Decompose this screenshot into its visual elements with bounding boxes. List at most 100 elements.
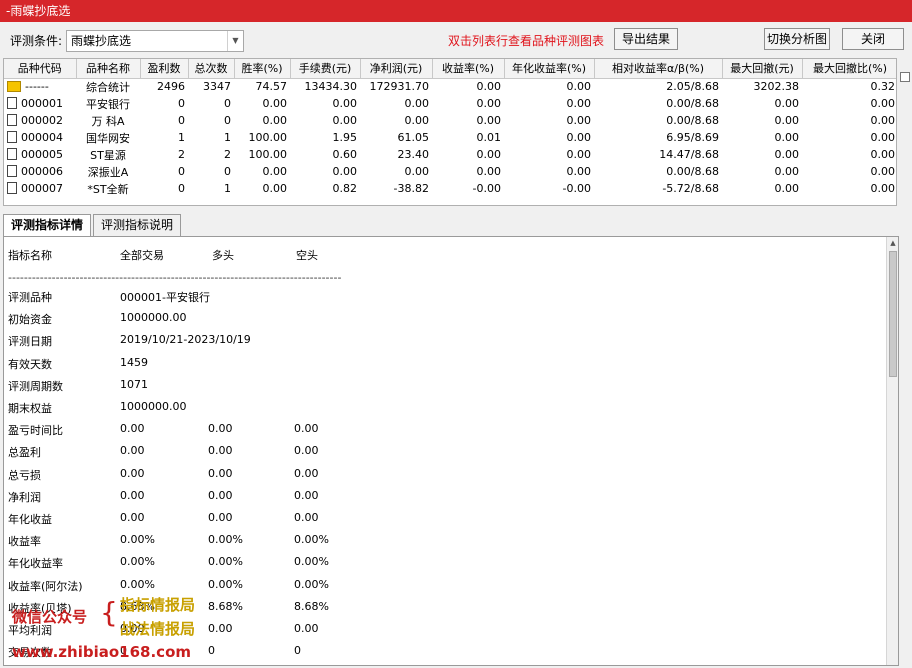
document-icon [7, 165, 17, 177]
folder-icon [7, 81, 21, 93]
col-header-name[interactable]: 品种名称 [76, 59, 141, 79]
table-cell: 100.00 [248, 131, 288, 144]
col-header-fee[interactable]: 手续费(元) [290, 59, 361, 79]
col-header-annual-return[interactable]: 年化收益率(%) [504, 59, 595, 79]
tab-details[interactable]: 评测指标详情 [3, 214, 91, 237]
condition-select[interactable]: 雨蝶抄底选 ▼ [66, 30, 244, 52]
watermark-brace: { [100, 596, 118, 629]
table-cell: 1 [224, 131, 231, 144]
results-grid[interactable]: 品种代码 品种名称 盈利数 总次数 胜率(%) 手续费(元) 净利润(元) 收益… [3, 58, 897, 206]
detail-header-all: 全部交易 [120, 249, 164, 262]
table-cell: 2 [178, 148, 185, 161]
metric-value: 0.00 [208, 511, 233, 524]
table-cell: 1 [224, 182, 231, 195]
cell-text: 000001 [21, 97, 63, 110]
table-cell: -0.00 [562, 182, 591, 195]
col-header-return[interactable]: 收益率(%) [432, 59, 505, 79]
col-header-max-drawdown-ratio[interactable]: 最大回撤比(%) [802, 59, 896, 79]
table-cell: 0 [178, 97, 185, 110]
metric-value: 0.00 [120, 466, 145, 480]
table-cell: 2496 [157, 80, 185, 94]
chevron-down-icon[interactable]: ▼ [227, 31, 243, 51]
grid-checkbox[interactable] [900, 72, 910, 82]
col-header-relative-return[interactable]: 相对收益率α/β(%) [594, 59, 723, 79]
metric-name: 净利润 [8, 490, 41, 504]
col-header-winrate[interactable]: 胜率(%) [234, 59, 291, 79]
metric-value: 8.68% [294, 599, 329, 613]
metric-name: 期末权益 [8, 402, 52, 415]
metric-name: 盈亏时间比 [8, 424, 63, 438]
metric-value: 0.00 [208, 422, 233, 436]
metric-value: 2019/10/21-2023/10/19 [120, 333, 251, 347]
metric-value: 0.00 [208, 466, 233, 480]
switch-chart-button[interactable]: 切换分析图 [764, 28, 830, 50]
table-cell: 0 [178, 114, 185, 127]
toolbar: 评测条件: 雨蝶抄底选 ▼ 双击列表行查看品种评测图表 导出结果 切换分析图 关… [0, 22, 912, 58]
table-cell: 000002 [4, 112, 76, 129]
metric-name: 评测日期 [8, 335, 52, 349]
table-row[interactable]: 000002 万 科A 0 0 0.00 0.00 0.00 0.00 0.00 0.00/8.6… [4, 112, 896, 129]
metric-name: 收益率 [8, 535, 41, 549]
document-icon [7, 182, 17, 194]
col-header-max-drawdown[interactable]: 最大回撤(元) [722, 59, 803, 79]
table-cell: 0.00 [332, 165, 358, 178]
metric-name: 年化收益率 [8, 557, 63, 571]
export-button[interactable]: 导出结果 [614, 28, 678, 50]
scroll-up-icon[interactable]: ▲ [888, 239, 898, 249]
metric-value: 0.00 [294, 511, 319, 524]
metric-value: 1000000.00 [120, 311, 187, 325]
metric-value: 0.00 [208, 444, 233, 458]
table-cell: 0.00 [774, 114, 800, 127]
table-cell: 0.00 [566, 131, 592, 144]
metric-value: 0.00% [208, 555, 243, 569]
table-cell: 深振业A [87, 165, 129, 179]
table-cell: 14.47/8.68 [659, 148, 719, 161]
metric-value: 0.00% [120, 555, 155, 569]
metric-value: 0.00 [208, 488, 233, 502]
table-cell: 23.40 [397, 148, 430, 161]
table-cell: 0.00 [774, 97, 800, 110]
table-cell: 000007 [4, 180, 76, 197]
document-icon [7, 148, 17, 160]
table-cell: 000004 [4, 129, 76, 146]
metric-value: 0.00 [294, 622, 319, 635]
table-row[interactable]: 000001 平安银行 0 0 0.00 0.00 0.00 0.00 0.00 0.00/8.6… [4, 95, 896, 112]
metric-name: 总亏损 [8, 468, 41, 482]
metric-value: 0.00 [294, 488, 319, 502]
table-cell: 0 [224, 165, 231, 178]
table-cell: 000005 [4, 146, 76, 163]
detail-scrollbar[interactable]: ▲ [886, 237, 898, 665]
table-row[interactable]: 000004 国华网安 1 1 100.00 1.95 61.05 0.01 0.00 6.95/… [4, 129, 896, 146]
cell-text: ------ [25, 80, 49, 94]
watermark-line1: 指标情报局 [120, 596, 196, 614]
table-row[interactable]: ------ 综合统计 2496 3347 74.57 13434.30 172931.70… [4, 78, 896, 95]
table-cell: -38.82 [393, 182, 429, 195]
col-header-code[interactable]: 品种代码 [4, 59, 77, 79]
detail-header-short: 空头 [296, 249, 318, 262]
table-cell: 0.00 [476, 97, 502, 110]
col-header-wins[interactable]: 盈利数 [140, 59, 189, 79]
table-cell: 0.00 [566, 114, 592, 127]
metric-value: 0.00% [294, 533, 329, 547]
table-cell: 13434.30 [304, 80, 358, 94]
document-icon [7, 114, 17, 126]
table-cell: 0.82 [332, 182, 358, 195]
metric-value: 0.00% [294, 577, 329, 591]
col-header-net-profit[interactable]: 净利润(元) [360, 59, 433, 79]
table-cell: 0 [224, 114, 231, 127]
table-row[interactable]: 000006 深振业A 0 0 0.00 0.00 0.00 0.00 0.00 0.00/8.6… [4, 163, 896, 180]
close-button[interactable]: 关闭 [842, 28, 904, 50]
window-title: -雨蝶抄底选 [0, 0, 912, 22]
table-row[interactable]: 000007 *ST全新 0 1 0.00 0.82 -38.82 -0.00 -0.00 -5.… [4, 180, 896, 197]
table-cell: 0.00 [774, 165, 800, 178]
tab-description[interactable]: 评测指标说明 [93, 214, 181, 236]
col-header-total[interactable]: 总次数 [188, 59, 235, 79]
scroll-thumb[interactable] [889, 251, 897, 377]
table-cell: 0.00 [870, 148, 896, 161]
condition-value: 雨蝶抄底选 [71, 34, 132, 48]
table-row[interactable]: 000005 ST星源 2 2 100.00 0.60 23.40 0.00 0.00 14.47… [4, 146, 896, 163]
table-cell: 0.00 [404, 114, 430, 127]
metric-value: 0.00% [120, 533, 155, 547]
table-cell: -5.72/8.68 [662, 182, 719, 195]
metric-value: 000001-平安银行 [120, 291, 210, 304]
